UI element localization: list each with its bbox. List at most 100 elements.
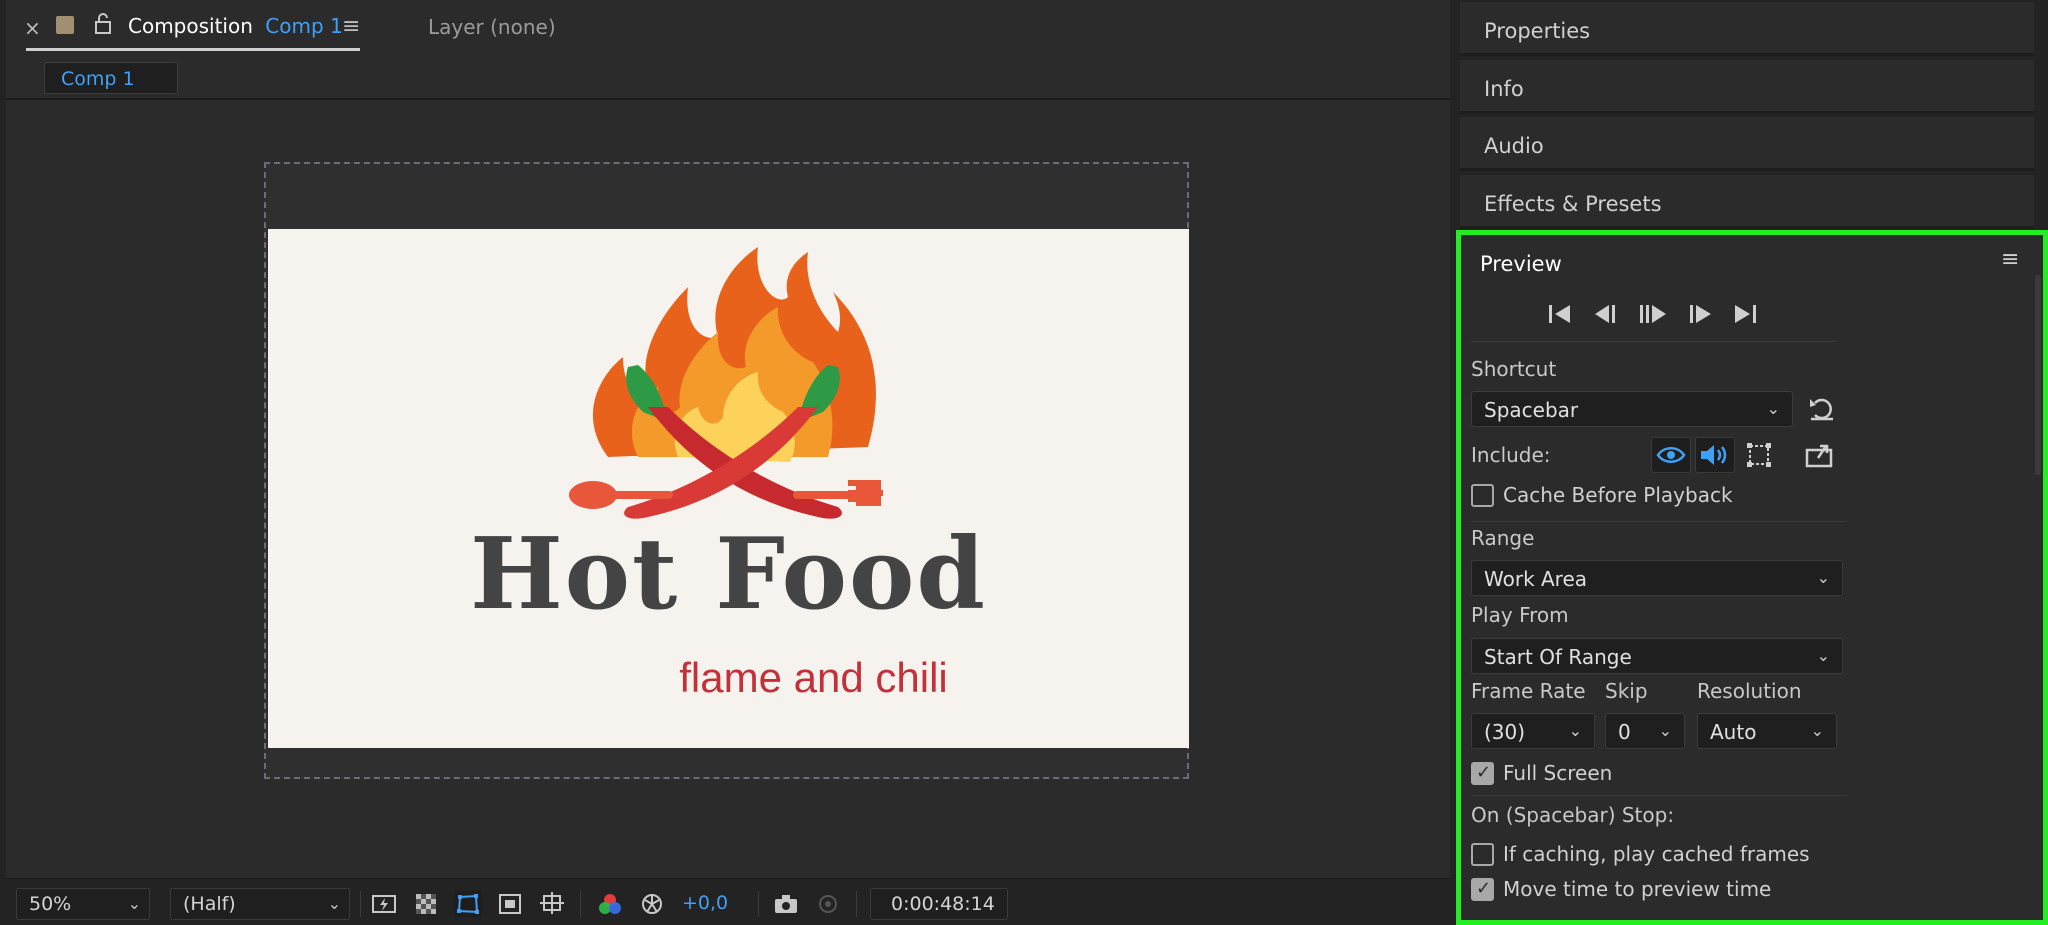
logo-title: Hot Food bbox=[470, 517, 987, 632]
previous-frame-icon[interactable] bbox=[1593, 303, 1619, 330]
frame-rate-dropdown[interactable]: (30) ⌄ bbox=[1471, 713, 1595, 749]
mask-path-visibility-icon[interactable] bbox=[454, 891, 482, 917]
cache-before-playback-label: Cache Before Playback bbox=[1503, 483, 1733, 507]
last-frame-icon[interactable] bbox=[1733, 303, 1759, 330]
layer-tab[interactable]: Layer (none) bbox=[428, 15, 556, 39]
right-panel-column: Properties Info Audio Effects & Presets … bbox=[1456, 0, 2048, 925]
resolution-preview-value: Auto bbox=[1710, 720, 1757, 744]
audio-panel-label: Audio bbox=[1484, 134, 1544, 158]
comp-navigator-item[interactable]: Comp 1 bbox=[44, 62, 178, 94]
composition-toolbar: 50% ⌄ (Half) ⌄ +0,0 0:00:48:14 bbox=[6, 878, 1450, 925]
resolution-dropdown[interactable]: (Half) ⌄ bbox=[170, 888, 350, 920]
include-video-eye-icon[interactable] bbox=[1651, 437, 1691, 473]
composition-panel: × Composition Comp 1 ≡ Layer (none) Comp… bbox=[6, 0, 1450, 925]
frame-rate-value: (30) bbox=[1484, 720, 1526, 744]
preview-divider bbox=[1471, 795, 1847, 796]
cache-before-playback-checkbox[interactable] bbox=[1471, 484, 1494, 507]
range-label: Range bbox=[1471, 526, 1535, 550]
timecode-value: 0:00:48:14 bbox=[891, 893, 995, 915]
fast-previews-icon[interactable] bbox=[370, 891, 398, 917]
move-time-checkbox[interactable] bbox=[1471, 878, 1494, 901]
preview-divider bbox=[1471, 521, 1847, 522]
active-tab-underline bbox=[26, 48, 360, 51]
on-stop-label: On (Spacebar) Stop: bbox=[1471, 803, 1675, 827]
full-screen-checkbox[interactable] bbox=[1471, 762, 1494, 785]
panel-menu-icon[interactable]: ≡ bbox=[342, 14, 360, 39]
properties-panel-header[interactable]: Properties bbox=[1460, 2, 2034, 56]
composition-tab-bar: × Composition Comp 1 ≡ Layer (none) bbox=[6, 0, 1450, 56]
chevron-down-icon: ⌄ bbox=[1816, 568, 1830, 587]
comp-color-swatch[interactable] bbox=[56, 16, 74, 34]
logo-subtitle: flame and chili bbox=[679, 654, 948, 701]
chevron-down-icon: ⌄ bbox=[127, 894, 141, 913]
resolution-preview-dropdown[interactable]: Auto ⌄ bbox=[1697, 713, 1837, 749]
play-from-value: Start Of Range bbox=[1484, 645, 1632, 669]
move-time-label: Move time to preview time bbox=[1503, 877, 1772, 901]
grid-guides-icon[interactable] bbox=[538, 891, 566, 917]
preview-menu-icon[interactable]: ≡ bbox=[2001, 247, 2019, 272]
preview-panel: Preview ≡ Shortcut Spacebar ⌄ Include: C… bbox=[1456, 230, 2048, 925]
toolbar-separator bbox=[580, 891, 581, 917]
range-value: Work Area bbox=[1484, 567, 1588, 591]
close-tab-icon[interactable]: × bbox=[24, 16, 41, 40]
play-from-dropdown[interactable]: Start Of Range ⌄ bbox=[1471, 638, 1843, 674]
chevron-down-icon: ⌄ bbox=[1816, 646, 1830, 665]
current-time-display[interactable]: 0:00:48:14 bbox=[870, 888, 1008, 920]
exposure-value[interactable]: +0,0 bbox=[682, 892, 728, 914]
full-screen-label: Full Screen bbox=[1503, 761, 1613, 785]
chevron-down-icon: ⌄ bbox=[1766, 399, 1780, 418]
preview-divider bbox=[1471, 341, 1837, 342]
exposure-reset-icon[interactable] bbox=[638, 891, 666, 917]
play-stop-icon[interactable] bbox=[1639, 303, 1667, 330]
first-frame-icon[interactable] bbox=[1547, 303, 1573, 330]
composition-tab-label: Composition bbox=[128, 14, 253, 38]
composition-navigator-bar: Comp 1 bbox=[6, 56, 1450, 100]
skip-dropdown[interactable]: 0 ⌄ bbox=[1605, 713, 1685, 749]
hot-food-logo-graphic bbox=[569, 247, 883, 519]
chevron-down-icon: ⌄ bbox=[327, 894, 341, 913]
if-caching-checkbox[interactable] bbox=[1471, 843, 1494, 866]
preview-panel-title: Preview bbox=[1480, 252, 1562, 276]
resolution-label: Resolution bbox=[1697, 679, 1802, 703]
skip-value: 0 bbox=[1618, 720, 1631, 744]
shortcut-label: Shortcut bbox=[1471, 357, 1557, 381]
play-from-label: Play From bbox=[1471, 603, 1569, 627]
canvas-frame: Hot Food flame and chili bbox=[264, 162, 1189, 779]
zoom-value: 50% bbox=[29, 893, 72, 915]
external-video-icon[interactable] bbox=[1799, 437, 1839, 473]
info-panel-label: Info bbox=[1484, 77, 1524, 101]
next-frame-icon[interactable] bbox=[1687, 303, 1713, 330]
composition-tab-comp-name: Comp 1 bbox=[265, 14, 343, 38]
snapshot-camera-icon[interactable] bbox=[772, 891, 800, 917]
frame-rate-label: Frame Rate bbox=[1471, 679, 1586, 703]
toolbar-separator bbox=[758, 891, 759, 917]
include-overlays-icon[interactable] bbox=[1739, 437, 1779, 473]
if-caching-label: If caching, play cached frames bbox=[1503, 842, 1810, 866]
audio-panel-header[interactable]: Audio bbox=[1460, 117, 2034, 171]
toolbar-separator bbox=[856, 891, 857, 917]
skip-label: Skip bbox=[1605, 679, 1648, 703]
resolution-value: (Half) bbox=[183, 893, 236, 915]
shortcut-dropdown[interactable]: Spacebar ⌄ bbox=[1471, 391, 1793, 427]
properties-panel-label: Properties bbox=[1484, 19, 1591, 43]
show-snapshot-icon[interactable] bbox=[814, 891, 842, 917]
reset-shortcut-icon[interactable] bbox=[1807, 395, 1837, 427]
info-panel-header[interactable]: Info bbox=[1460, 60, 2034, 114]
preview-scrollbar[interactable] bbox=[2035, 275, 2041, 475]
range-dropdown[interactable]: Work Area ⌄ bbox=[1471, 560, 1843, 596]
chevron-down-icon: ⌄ bbox=[1658, 721, 1672, 740]
shortcut-value: Spacebar bbox=[1484, 398, 1579, 422]
composition-canvas[interactable]: Hot Food flame and chili bbox=[268, 229, 1189, 748]
transparency-grid-icon[interactable] bbox=[412, 891, 440, 917]
zoom-dropdown[interactable]: 50% ⌄ bbox=[16, 888, 150, 920]
composition-viewer[interactable]: Hot Food flame and chili bbox=[6, 102, 1450, 878]
effects-presets-panel-header[interactable]: Effects & Presets bbox=[1460, 175, 2034, 229]
include-audio-speaker-icon[interactable] bbox=[1695, 437, 1735, 473]
chevron-down-icon: ⌄ bbox=[1810, 721, 1824, 740]
chevron-down-icon: ⌄ bbox=[1568, 721, 1582, 740]
lock-icon[interactable] bbox=[94, 13, 112, 39]
composition-tab[interactable]: Composition Comp 1 bbox=[128, 14, 343, 38]
channels-icon[interactable] bbox=[596, 891, 624, 917]
region-of-interest-icon[interactable] bbox=[496, 891, 524, 917]
include-label: Include: bbox=[1471, 443, 1551, 467]
